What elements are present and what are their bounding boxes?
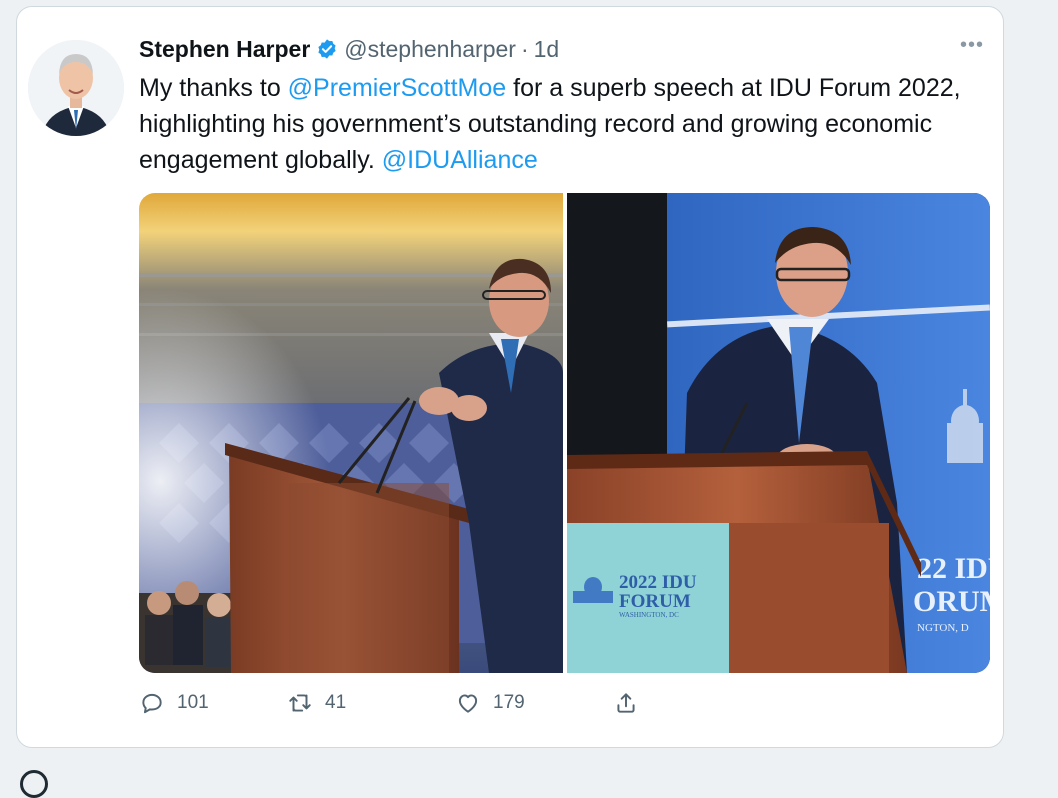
tweet-header: Stephen Harper @stephenharper · 1d <box>139 34 559 64</box>
podium-speech-photo-left[interactable] <box>139 193 563 673</box>
author-name[interactable]: Stephen Harper <box>139 36 310 63</box>
reply-button[interactable]: 101 <box>139 690 209 716</box>
tweet-timestamp[interactable]: 1d <box>534 36 560 63</box>
podium-speech-photo-right[interactable]: 22 IDU ORUM NGTON, D 2022 IDU FORUM WASH… <box>567 193 990 673</box>
mention-idu-alliance[interactable]: @IDUAlliance <box>382 146 538 174</box>
tweet-text: My thanks to @PremierScottMoe for a supe… <box>139 70 969 178</box>
more-icon[interactable]: ••• <box>960 35 984 55</box>
reply-icon <box>142 693 162 714</box>
share-icon <box>617 693 635 713</box>
backdrop-text-1: 22 IDU <box>917 552 990 585</box>
like-button[interactable]: 179 <box>455 690 525 716</box>
next-avatar-edge <box>20 770 48 798</box>
verified-badge-icon <box>318 39 336 59</box>
podium-sign-year: 2022 IDU <box>619 572 697 593</box>
backdrop-text-3: NGTON, D <box>917 622 969 634</box>
retweet-button[interactable]: 41 <box>287 690 346 716</box>
tweet-media[interactable]: 22 IDU ORUM NGTON, D 2022 IDU FORUM WASH… <box>139 193 990 673</box>
like-icon <box>458 694 478 713</box>
author-handle[interactable]: @stephenharper <box>344 36 516 63</box>
tweet-text-part1: My thanks to <box>139 74 288 102</box>
tweet-actions: 101 41 179 <box>139 690 699 718</box>
like-count: 179 <box>493 692 525 713</box>
podium-sign-place: WASHINGTON, DC <box>619 611 679 619</box>
podium-sign-name: FORUM <box>619 591 691 612</box>
retweet-icon <box>289 694 311 712</box>
avatar-image <box>28 40 124 136</box>
mention-premier[interactable]: @PremierScottMoe <box>288 74 507 102</box>
author-avatar[interactable] <box>28 40 124 136</box>
reply-count: 101 <box>177 692 209 713</box>
backdrop-text-2: ORUM <box>913 585 990 618</box>
header-separator: · <box>520 35 529 62</box>
retweet-count: 41 <box>325 692 347 713</box>
share-button[interactable] <box>613 690 651 716</box>
